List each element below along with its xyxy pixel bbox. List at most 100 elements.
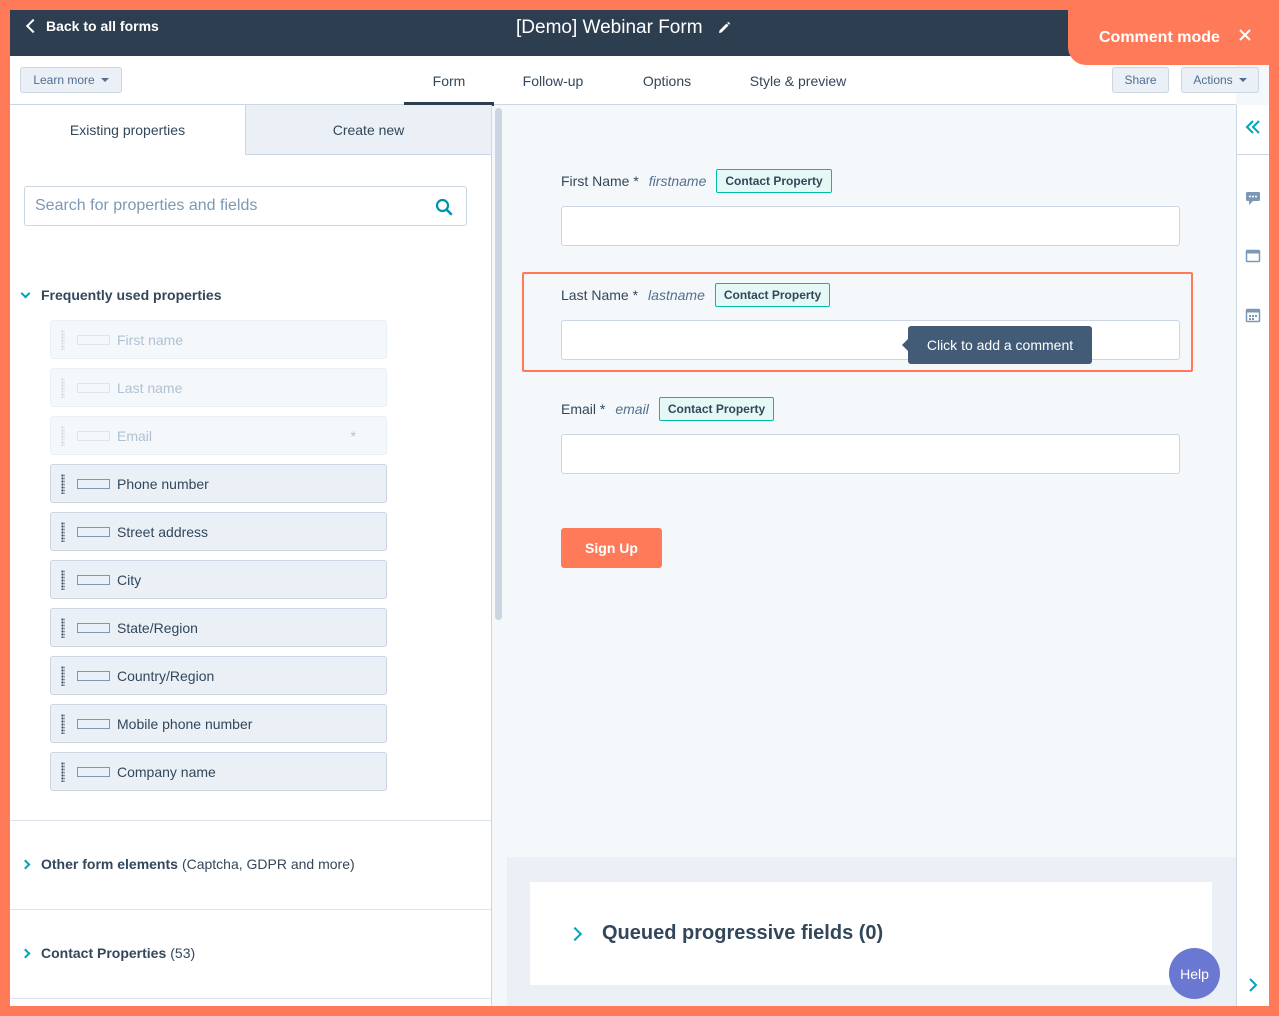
property-label: First name [117,331,184,348]
email-field[interactable] [561,434,1180,474]
required-marker: * [350,428,356,444]
tab-options[interactable]: Options [632,56,702,105]
text-field-icon [77,334,110,345]
text-field-icon [77,430,110,441]
tab-style-preview[interactable]: Style & preview [740,56,856,105]
section-divider [10,998,491,999]
property-label: Phone number [117,475,209,492]
actions-label: Actions [1193,73,1233,87]
field-label-text: Email * [561,401,606,417]
text-field-icon [77,478,110,489]
field-label-text: Last Name * [561,287,639,303]
learn-more-button[interactable]: Learn more [20,67,122,93]
drag-handle-icon[interactable] [61,665,65,686]
field-internal-name: email [615,401,649,417]
queued-progressive-fields[interactable]: Queued progressive fields (0) [530,882,1212,985]
back-to-forms-link[interactable]: Back to all forms [24,18,159,34]
section-divider [10,820,491,821]
property-search-input[interactable] [25,187,415,225]
rail-divider [1237,154,1269,155]
double-chevron-left-icon[interactable] [1244,118,1262,136]
property-label: Mobile phone number [117,715,253,732]
frequent-section-title: Frequently used properties [41,287,222,303]
section-divider [10,909,491,910]
tab-style-preview-label: Style & preview [749,72,847,89]
drag-handle-icon[interactable] [61,473,65,494]
drag-handle-icon [61,329,65,350]
tab-existing-properties[interactable]: Existing properties [10,105,245,155]
text-field-icon [77,622,110,633]
other-section-note: (Captcha, GDPR and more) [181,856,355,872]
comment-mode-label: Comment mode [1099,28,1220,46]
drag-handle-icon [61,377,65,398]
contact-section-title: Contact Properties [41,945,167,961]
search-icon[interactable] [435,198,453,216]
drag-handle-icon[interactable] [61,521,65,542]
property-item: First name [50,320,387,359]
property-label: Email [117,427,153,444]
queued-label: Queued progressive fields (0) [602,922,884,944]
chevron-right-icon[interactable] [1244,976,1262,994]
caret-down-icon [1238,78,1247,82]
property-item[interactable]: Mobile phone number [50,704,387,743]
learn-more-label: Learn more [33,73,95,87]
comment-icon[interactable] [1244,189,1262,207]
form-title-text: [Demo] Webinar Form [516,17,703,38]
property-item[interactable]: State/Region [50,608,387,647]
text-field-icon [77,526,110,537]
share-button[interactable]: Share [1112,67,1169,93]
caret-down-icon [100,78,109,82]
contact-property-badge: Contact Property [716,169,832,193]
field-internal-name: lastname [648,287,705,303]
app-frame: Back to all forms [Demo] Webinar Form Le… [10,10,1269,1006]
text-field-icon [77,718,110,729]
close-icon[interactable] [1237,27,1253,43]
property-item[interactable]: Country/Region [50,656,387,695]
first-name-field[interactable] [561,206,1180,246]
help-button[interactable]: Help [1169,948,1220,999]
field-label-text: First Name * [561,173,639,189]
drag-handle-icon [61,425,65,446]
tab-follow-up[interactable]: Follow-up [512,56,594,105]
calendar-icon[interactable] [1244,306,1262,324]
back-link-label: Back to all forms [46,18,159,34]
property-item[interactable]: City [50,560,387,599]
property-label: Country/Region [117,667,215,684]
text-field-icon [77,382,110,393]
chevron-right-icon [567,926,583,941]
text-field-icon [77,574,110,585]
tab-form[interactable]: Form [404,56,494,106]
property-item[interactable]: Company name [50,752,387,791]
tab-options-label: Options [642,72,692,89]
text-field-icon [77,670,110,681]
contact-properties-toggle[interactable]: Contact Properties (53) [20,945,195,961]
pencil-icon[interactable] [717,21,731,35]
actions-button[interactable]: Actions [1181,67,1259,93]
other-elements-toggle[interactable]: Other form elements (Captcha, GDPR and m… [20,856,355,872]
chevron-right-icon [20,859,31,869]
property-item: Last name [50,368,387,407]
field-label: Last Name * lastname Contact Property [561,283,831,307]
property-search [24,186,467,226]
tab-follow-up-label: Follow-up [522,72,584,89]
chevron-right-icon [20,948,31,958]
sign-up-button[interactable]: Sign Up [561,528,662,568]
comment-mode-banner: Comment mode [1068,10,1269,65]
tab-existing-label: Existing properties [69,122,186,138]
frequent-properties-toggle[interactable]: Frequently used properties [20,287,225,303]
property-item[interactable]: Street address [50,512,387,551]
drag-handle-icon[interactable] [61,617,65,638]
field-label: Email * email Contact Property [561,397,775,421]
drag-handle-icon[interactable] [61,761,65,782]
drag-handle-icon[interactable] [61,569,65,590]
other-section-title: Other form elements [41,856,178,872]
drag-handle-icon[interactable] [61,713,65,734]
right-rail [1236,105,1269,1006]
property-label: City [117,571,142,588]
property-item[interactable]: Phone number [50,464,387,503]
window-icon[interactable] [1244,247,1262,265]
share-label: Share [1124,73,1157,87]
field-label: First Name * firstname Contact Property [561,169,832,193]
tab-create-new[interactable]: Create new [245,105,491,155]
panel-scrollbar[interactable] [495,108,502,620]
